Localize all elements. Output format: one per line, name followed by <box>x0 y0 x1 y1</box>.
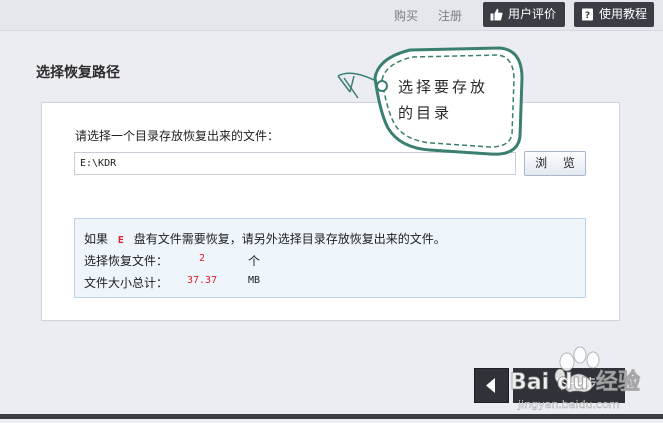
total-size-unit: MB <box>248 275 261 286</box>
back-button[interactable] <box>474 368 509 403</box>
warning-suffix: 盘有文件需要恢复，请另外选择目录存放恢复出来的文件。 <box>133 232 446 246</box>
warning-line: 如果 E 盘有文件需要恢复，请另外选择目录存放恢复出来的文件。 <box>84 230 446 247</box>
svg-text:?: ? <box>585 11 590 21</box>
annotation-callout: 选择要存放 的目录 <box>330 38 530 163</box>
browse-button[interactable]: 浏 览 <box>524 151 586 176</box>
warning-prefix: 如果 <box>84 232 109 246</box>
watermark-url: jingyan.baidu.com <box>518 398 620 411</box>
user-reviews-label: 用户评价 <box>508 7 557 21</box>
top-bar: 购买 注册 用户评价 ? 使用教程 <box>0 0 663 31</box>
thumbs-up-icon <box>490 8 503 21</box>
files-count-label: 选择恢复文件： <box>84 254 169 268</box>
tutorial-button[interactable]: ? 使用教程 <box>574 2 654 27</box>
user-reviews-button[interactable]: 用户评价 <box>483 2 565 27</box>
tutorial-label: 使用教程 <box>599 7 648 21</box>
bottom-bar <box>0 414 663 419</box>
page-title: 选择恢复路径 <box>36 65 120 81</box>
drive-letter: E <box>117 235 124 246</box>
files-count-unit: 个 <box>248 254 261 268</box>
tag-shape-icon <box>337 46 524 156</box>
total-size-value: 37.37 <box>187 275 218 286</box>
watermark-brand: Bai du 经验 <box>510 370 641 396</box>
help-book-icon: ? <box>582 8 593 21</box>
baidu-watermark: Bai du 经验 jingyan.baidu.com <box>510 340 663 419</box>
callout-line-1: 选择要存放 <box>398 78 489 96</box>
register-link[interactable]: 注册 <box>438 7 462 24</box>
files-count-value: 2 <box>199 253 206 264</box>
choose-directory-prompt: 请选择一个目录存放恢复出来的文件： <box>75 129 280 143</box>
buy-link[interactable]: 购买 <box>394 7 418 24</box>
arrow-left-icon <box>486 378 495 393</box>
total-size-label: 文件大小总计： <box>84 276 169 290</box>
callout-line-2: 的目录 <box>398 104 453 122</box>
